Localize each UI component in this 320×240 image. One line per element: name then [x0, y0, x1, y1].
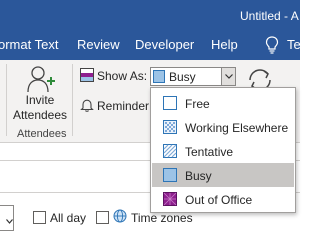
show-as-dropdown: Free Working Elsewhere Tentative Busy Ou… [150, 87, 296, 213]
option-label: Free [185, 97, 210, 111]
show-as-icon [80, 68, 94, 82]
globe-icon [113, 209, 127, 223]
out-of-office-swatch-icon [163, 192, 177, 206]
free-swatch-icon [163, 96, 177, 110]
tab-help[interactable]: Help [211, 37, 238, 52]
busy-swatch-icon [153, 70, 165, 83]
ribbon-separator [6, 64, 7, 136]
option-label: Out of Office [185, 193, 253, 207]
busy-swatch-icon [163, 168, 177, 182]
tentative-swatch-icon [163, 144, 177, 158]
window-title: Untitled - A [240, 9, 299, 23]
option-tentative[interactable]: Tentative [152, 139, 294, 163]
show-as-select[interactable]: Busy [150, 67, 236, 86]
time-zones-checkbox[interactable] [96, 211, 109, 224]
all-day-label: All day [50, 211, 87, 225]
option-busy[interactable]: Busy [152, 163, 294, 187]
invite-attendees-button[interactable]: Invite Attendees [12, 93, 68, 123]
option-label: Busy [185, 169, 212, 183]
invite-attendees-icon[interactable] [26, 64, 56, 94]
reminder-label: Reminder: [97, 99, 153, 113]
bell-icon [80, 98, 94, 112]
option-working-elsewhere[interactable]: Working Elsewhere [152, 115, 294, 139]
invite-label-line1: Invite [25, 93, 55, 107]
tell-me-label[interactable]: Te [287, 37, 301, 52]
option-out-of-office[interactable]: Out of Office [152, 187, 294, 211]
show-as-value: Busy [169, 70, 196, 84]
chevron-down-icon[interactable] [221, 68, 235, 85]
ribbon-tabs: ormat Text Review Developer Help Te [0, 32, 301, 60]
lightbulb-icon[interactable] [265, 36, 279, 54]
option-label: Tentative [185, 145, 234, 159]
group-label-attendees: Attendees [17, 128, 67, 140]
option-free[interactable]: Free [152, 91, 294, 115]
ribbon-separator [72, 64, 73, 136]
time-zones-label: Time zones [131, 211, 193, 225]
all-day-checkbox[interactable] [33, 211, 46, 224]
show-as-label: Show As: [97, 69, 148, 83]
invite-label-line2: Attendees [12, 108, 68, 122]
working-elsewhere-swatch-icon [163, 120, 177, 134]
tab-developer[interactable]: Developer [135, 37, 194, 52]
tab-format-text[interactable]: ormat Text [0, 37, 58, 52]
chevron-down-icon[interactable] [6, 213, 13, 227]
tab-review[interactable]: Review [77, 37, 120, 52]
title-bar: Untitled - A [0, 0, 300, 32]
option-label: Working Elsewhere [185, 121, 289, 135]
